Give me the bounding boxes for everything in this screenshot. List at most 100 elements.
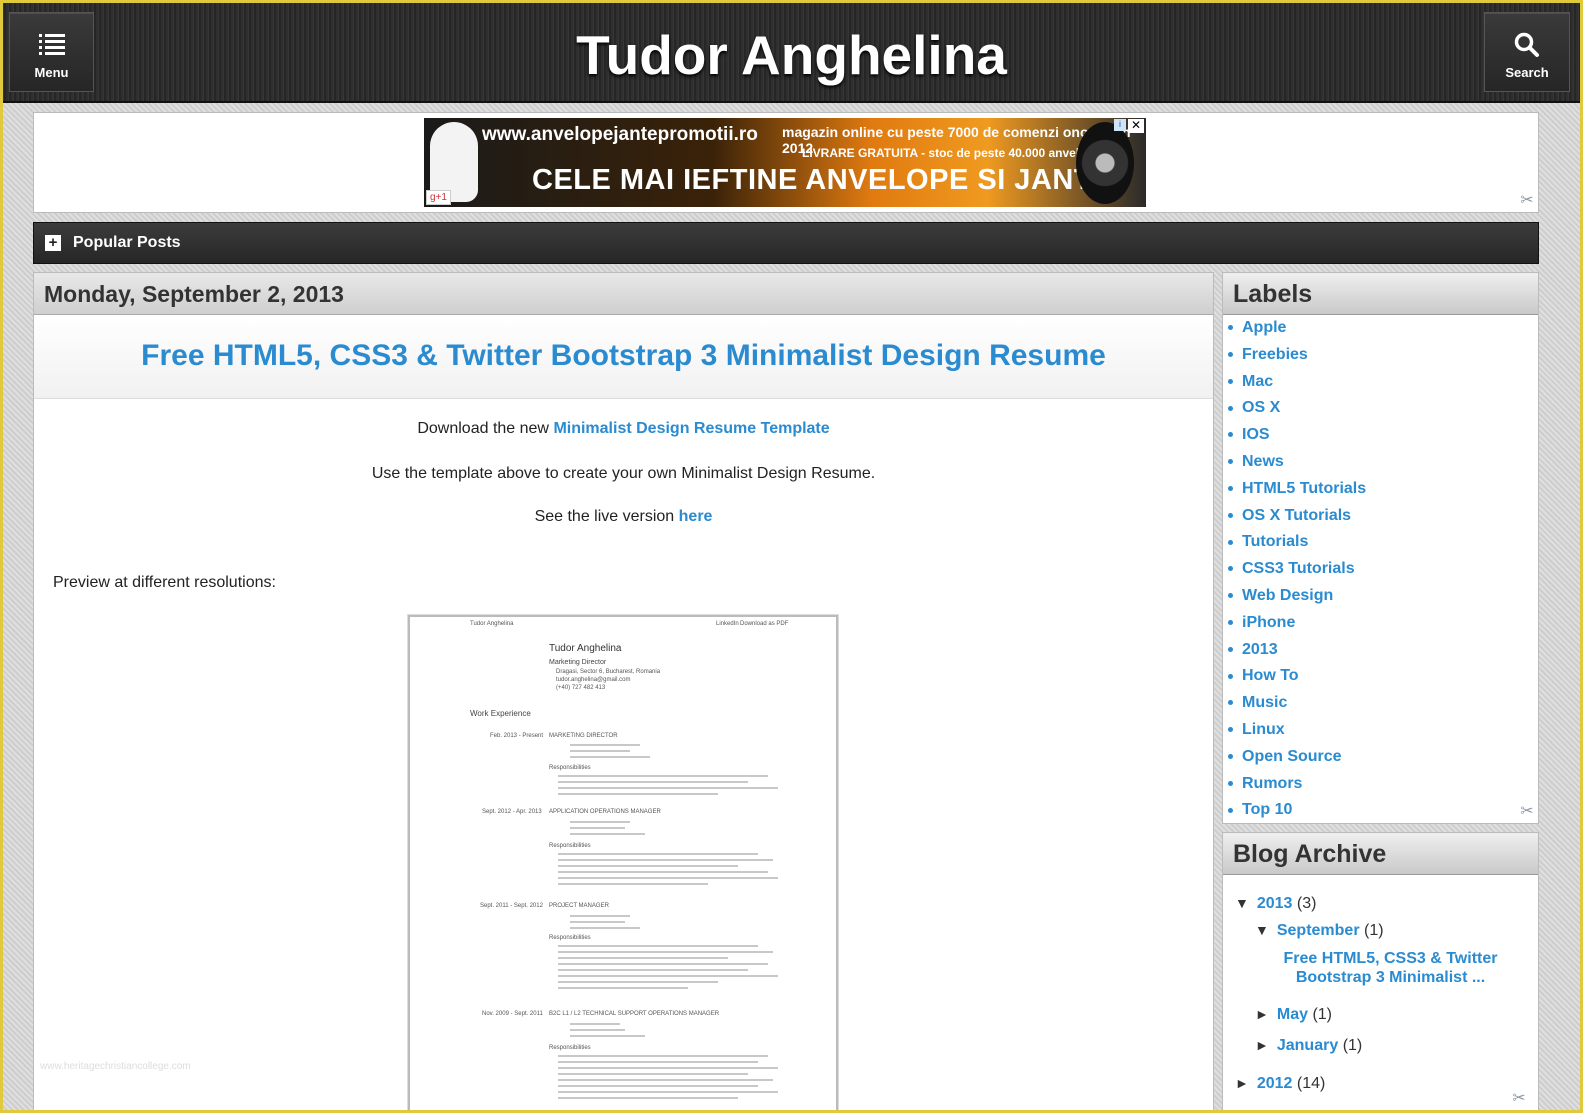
archive-month-september: ▼ September (1) bbox=[1255, 922, 1384, 940]
labels-list: Apple Freebies Mac OS X IOS News HTML5 T… bbox=[1223, 315, 1538, 823]
label-item: Linux bbox=[1228, 721, 1538, 748]
label-item: News bbox=[1228, 453, 1538, 480]
live-prefix: See the live version bbox=[534, 508, 679, 525]
label-link-css3-tutorials[interactable]: CSS3 Tutorials bbox=[1242, 560, 1355, 577]
resume-contact-email: tudor.anghelina@gmail.com bbox=[556, 677, 631, 683]
archive-count: (1) bbox=[1364, 922, 1384, 939]
label-link-mac[interactable]: Mac bbox=[1242, 373, 1273, 390]
post-body: Download the new Minimalist Design Resum… bbox=[34, 420, 1213, 592]
label-link-iphone[interactable]: iPhone bbox=[1242, 614, 1295, 631]
archive-count: (14) bbox=[1296, 1075, 1326, 1092]
ad-container: www.anvelopejantepromotii.ro magazin onl… bbox=[33, 112, 1539, 213]
label-item: iPhone bbox=[1228, 614, 1538, 641]
post-header: Free HTML5, CSS3 & Twitter Bootstrap 3 M… bbox=[34, 315, 1213, 399]
job-title: B2C L1 / L2 TECHNICAL SUPPORT OPERATIONS… bbox=[549, 1011, 720, 1017]
resume-contact-phone: (+40) 727 482 413 bbox=[556, 685, 606, 691]
ad-tire-image bbox=[1076, 122, 1134, 204]
label-item: How To bbox=[1228, 667, 1538, 694]
labels-title: Labels bbox=[1223, 273, 1538, 315]
archive-link-2012[interactable]: 2012 bbox=[1257, 1075, 1293, 1092]
label-link-tutorials[interactable]: Tutorials bbox=[1242, 533, 1308, 550]
job-period: Sept. 2012 - Apr. 2013 bbox=[482, 809, 542, 815]
archive-post-link[interactable]: Free HTML5, CSS3 & Twitter Bootstrap 3 M… bbox=[1284, 950, 1498, 986]
popular-posts-toggle[interactable]: + Popular Posts bbox=[33, 222, 1539, 264]
archive-link-january[interactable]: January bbox=[1277, 1037, 1338, 1054]
job-title: APPLICATION OPERATIONS MANAGER bbox=[549, 809, 661, 815]
job-title: PROJECT MANAGER bbox=[549, 903, 609, 909]
plus-icon: + bbox=[45, 235, 61, 251]
live-version-link[interactable]: here bbox=[679, 508, 713, 525]
ad-banner[interactable]: www.anvelopejantepromotii.ro magazin onl… bbox=[424, 118, 1146, 207]
triangle-down-icon[interactable]: ▼ bbox=[1235, 895, 1249, 911]
blog-archive-widget: Blog Archive ▼ 2013 (3) ▼ September (1) Fr… bbox=[1222, 832, 1539, 1113]
usage-line: Use the template above to create your ow… bbox=[371, 465, 876, 482]
resume-preview-image[interactable]: Tudor Anghelina LinkedIn Download as PDF… bbox=[408, 615, 838, 1112]
job-period: Nov. 2009 - Sept. 2011 bbox=[482, 1011, 543, 1017]
label-link-linux[interactable]: Linux bbox=[1242, 721, 1285, 738]
ad-close-icon[interactable]: ✕ bbox=[1128, 119, 1144, 133]
magnifier-icon bbox=[1514, 32, 1539, 57]
popular-posts-label: Popular Posts bbox=[73, 234, 181, 251]
wrench-screwdriver-icon[interactable]: ✂ bbox=[1518, 803, 1536, 821]
archive-year-2012: ► 2012 (14) bbox=[1235, 1075, 1325, 1093]
triangle-right-icon[interactable]: ► bbox=[1255, 1006, 1269, 1022]
label-link-osx[interactable]: OS X bbox=[1242, 399, 1280, 416]
archive-month-may: ► May (1) bbox=[1255, 1006, 1332, 1024]
label-item: Rumors bbox=[1228, 775, 1538, 802]
label-link-ios[interactable]: IOS bbox=[1242, 426, 1270, 443]
label-item: Apple bbox=[1228, 319, 1538, 346]
resume-contact-address: Dragasi, Sector 6, Bucharest, Romania bbox=[556, 669, 661, 675]
label-link-news[interactable]: News bbox=[1242, 453, 1284, 470]
template-link[interactable]: Minimalist Design Resume Template bbox=[553, 420, 829, 437]
label-link-apple[interactable]: Apple bbox=[1242, 319, 1286, 336]
search-button[interactable]: Search bbox=[1484, 12, 1570, 92]
post-title-link[interactable]: Free HTML5, CSS3 & Twitter Bootstrap 3 M… bbox=[141, 339, 1106, 372]
wrench-screwdriver-icon[interactable]: ✂ bbox=[1510, 1090, 1528, 1108]
archive-year-2013: ▼ 2013 (3) bbox=[1235, 895, 1316, 913]
label-item: HTML5 Tutorials bbox=[1228, 480, 1538, 507]
site-header: Menu Tudor Anghelina Search bbox=[3, 3, 1580, 103]
wrench-screwdriver-icon[interactable]: ✂ bbox=[1518, 192, 1536, 210]
resume-header-pdf: Download as PDF bbox=[740, 621, 789, 627]
job-title: MARKETING DIRECTOR bbox=[549, 733, 618, 739]
watermark-text: www.heritagechristiancollege.com bbox=[40, 1061, 191, 1072]
triangle-right-icon[interactable]: ► bbox=[1235, 1075, 1249, 1091]
label-link-html5-tutorials[interactable]: HTML5 Tutorials bbox=[1242, 480, 1366, 497]
download-line: Download the new Minimalist Design Resum… bbox=[34, 420, 1213, 438]
archive-count: (3) bbox=[1296, 895, 1317, 912]
label-item: Web Design bbox=[1228, 587, 1538, 614]
live-version-line: See the live version here bbox=[34, 508, 1213, 526]
archive-link-september[interactable]: September bbox=[1277, 922, 1360, 939]
label-link-web-design[interactable]: Web Design bbox=[1242, 587, 1333, 604]
label-item: OS X bbox=[1228, 399, 1538, 426]
triangle-right-icon[interactable]: ► bbox=[1255, 1037, 1269, 1053]
post-date: Monday, September 2, 2013 bbox=[34, 273, 1213, 315]
post-container: Monday, September 2, 2013 Free HTML5, CS… bbox=[33, 272, 1214, 1113]
job-period: Sept. 2011 - Sept. 2012 bbox=[480, 903, 543, 909]
label-link-freebies[interactable]: Freebies bbox=[1242, 346, 1308, 363]
label-item: IOS bbox=[1228, 426, 1538, 453]
labels-widget: Labels Apple Freebies Mac OS X IOS News … bbox=[1222, 272, 1539, 824]
resume-role: Marketing Director bbox=[549, 659, 607, 666]
label-link-music[interactable]: Music bbox=[1242, 694, 1287, 711]
job-resp: Responsibilities bbox=[549, 843, 591, 849]
label-link-rumors[interactable]: Rumors bbox=[1242, 775, 1302, 792]
gplus-button[interactable]: g+1 bbox=[426, 190, 451, 205]
label-link-top-10[interactable]: Top 10 bbox=[1242, 801, 1292, 818]
label-item: Tutorials bbox=[1228, 533, 1538, 560]
label-link-2013[interactable]: 2013 bbox=[1242, 641, 1278, 658]
triangle-down-icon[interactable]: ▼ bbox=[1255, 922, 1269, 938]
label-item: Top 10 bbox=[1228, 801, 1538, 823]
archive-link-may[interactable]: May bbox=[1277, 1006, 1308, 1023]
label-link-osx-tutorials[interactable]: OS X Tutorials bbox=[1242, 507, 1351, 524]
ad-headline: CELE MAI IEFTINE ANVELOPE SI JANTE bbox=[532, 164, 1112, 196]
label-link-how-to[interactable]: How To bbox=[1242, 667, 1299, 684]
label-item: Music bbox=[1228, 694, 1538, 721]
archive-link-2013[interactable]: 2013 bbox=[1257, 895, 1293, 912]
ad-info-icon[interactable]: i bbox=[1114, 119, 1126, 131]
label-link-open-source[interactable]: Open Source bbox=[1242, 748, 1342, 765]
site-title[interactable]: Tudor Anghelina bbox=[3, 23, 1580, 87]
label-item: 2013 bbox=[1228, 641, 1538, 668]
archive-title: Blog Archive bbox=[1223, 833, 1538, 875]
ad-url: www.anvelopejantepromotii.ro bbox=[482, 124, 758, 145]
